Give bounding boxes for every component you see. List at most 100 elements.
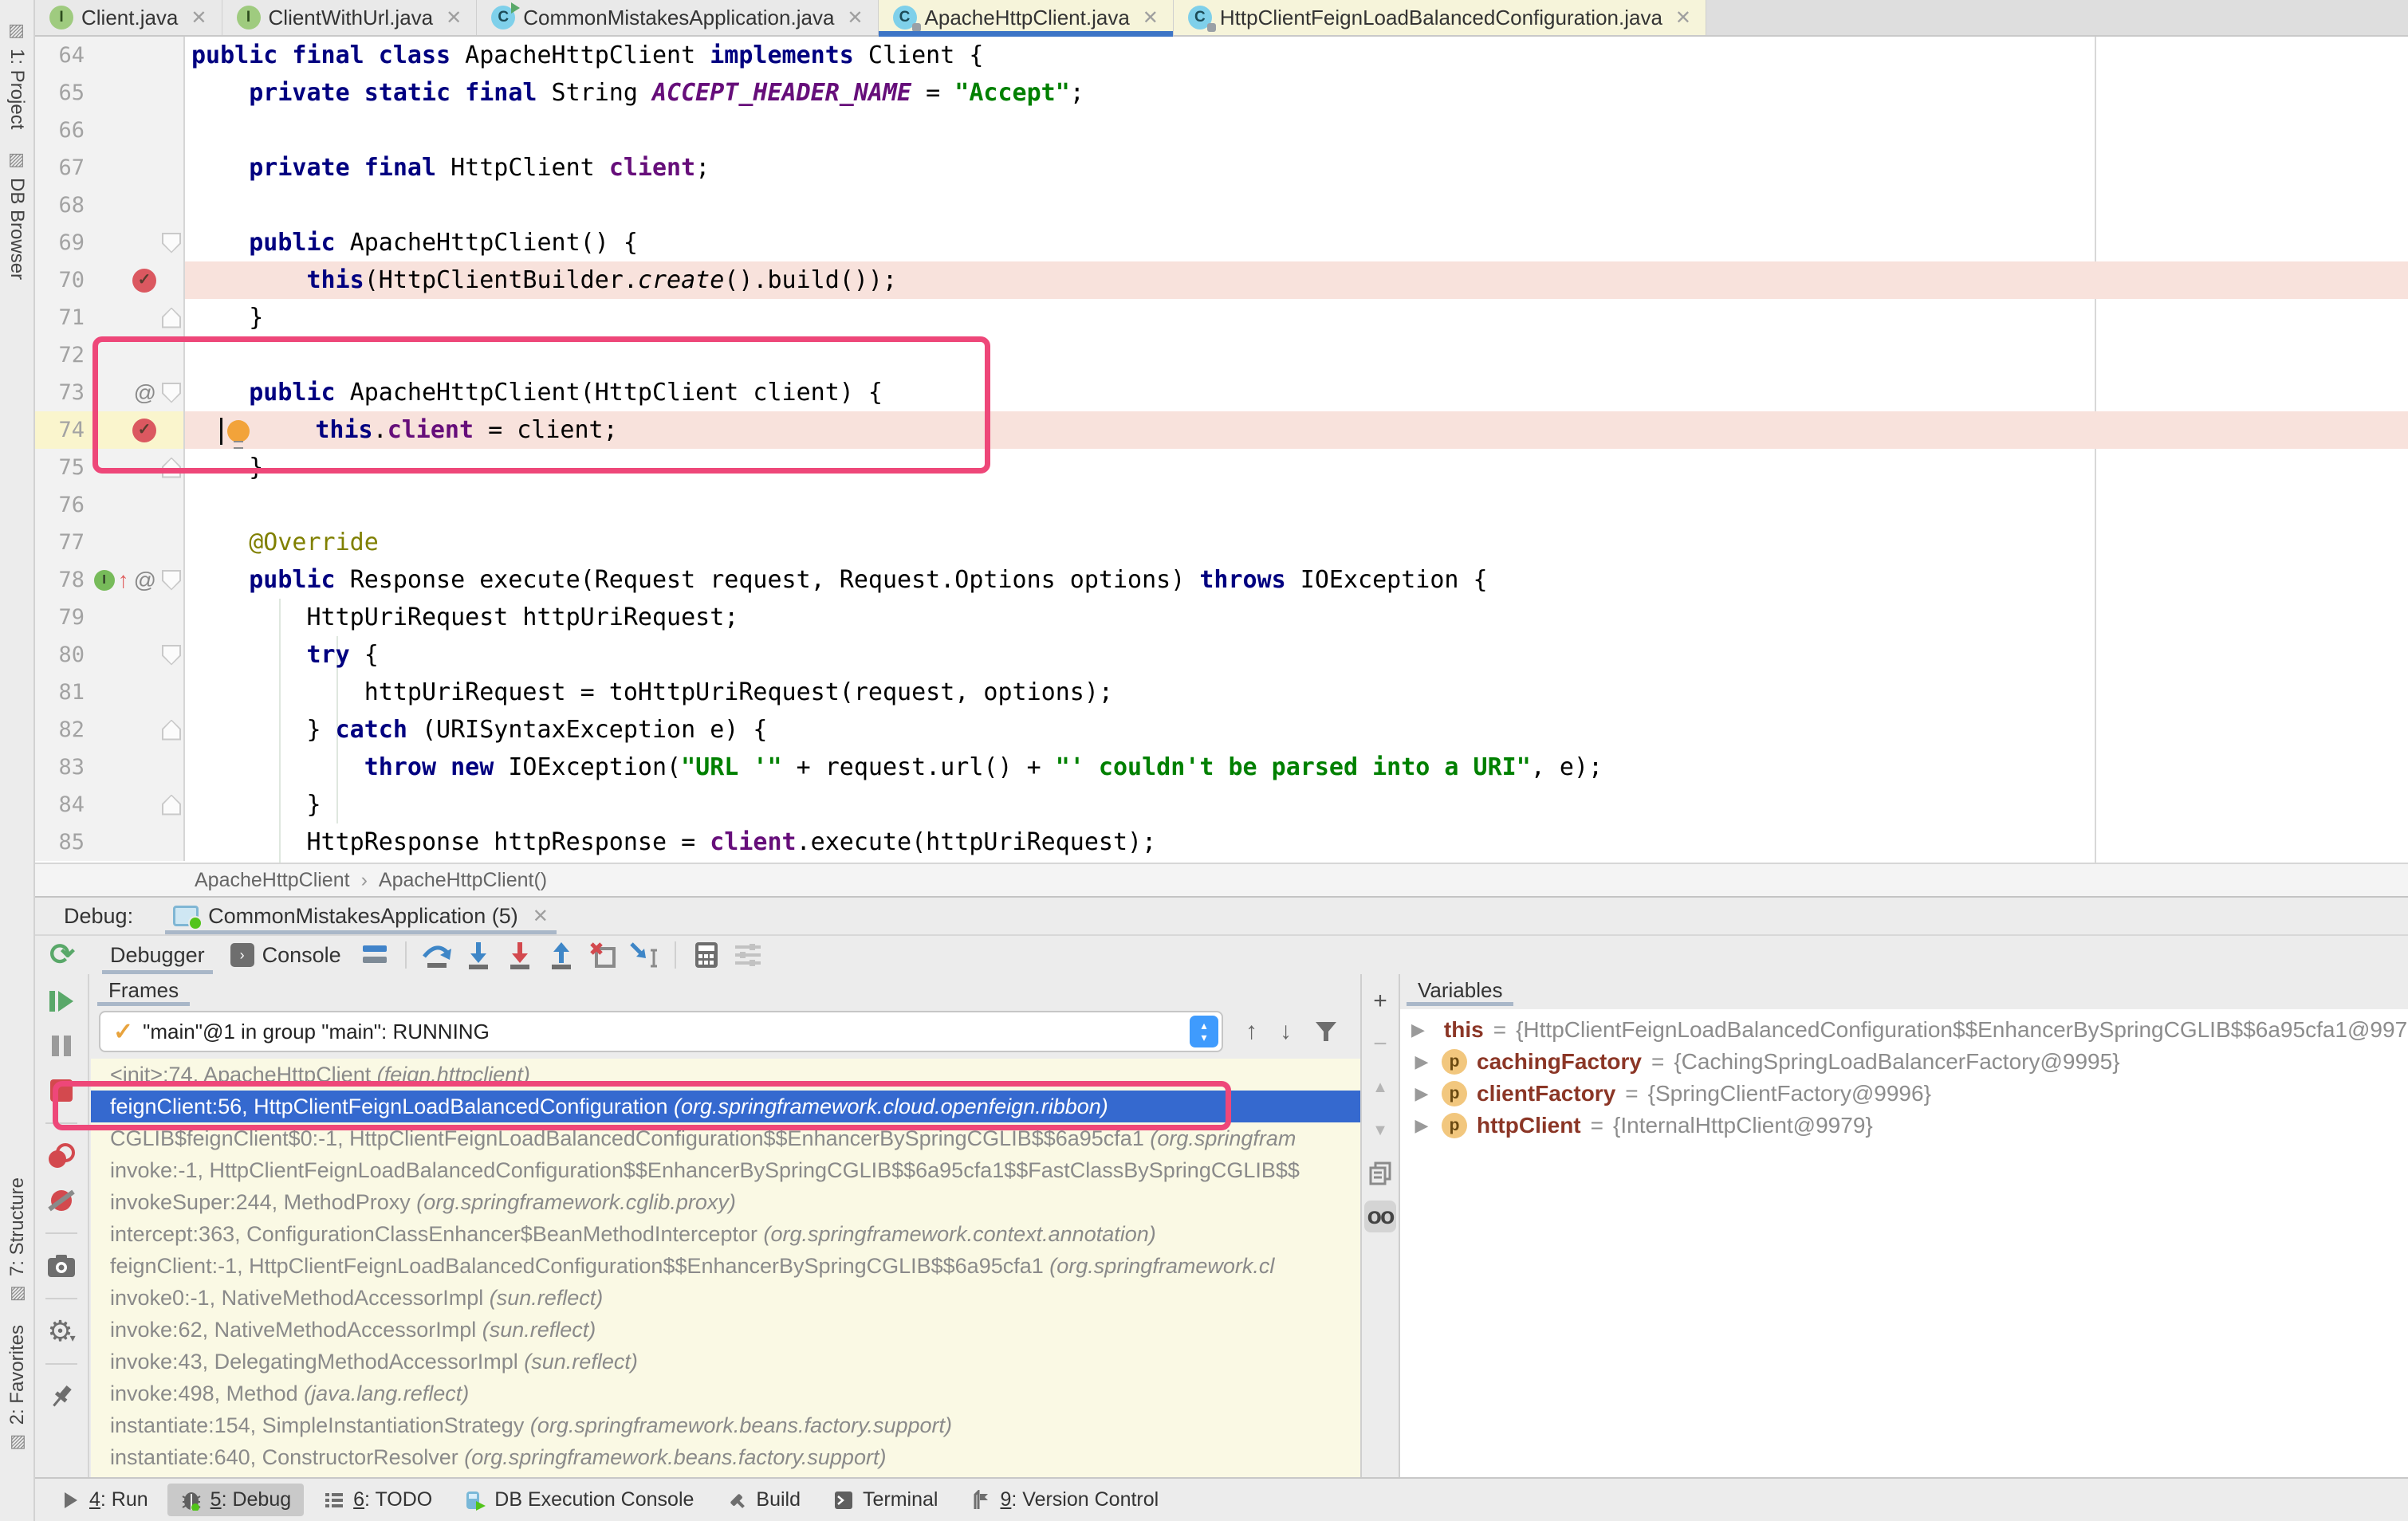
- code-line-69[interactable]: 69 public ApacheHttpClient() {: [35, 224, 2408, 261]
- frame-row[interactable]: intercept:363, ConfigurationClassEnhance…: [91, 1218, 1360, 1250]
- code-text[interactable]: this(HttpClientBuilder.create().build())…: [185, 261, 2408, 299]
- thread-selector[interactable]: ✓ "main"@1 in group "main": RUNNING ▴▾: [99, 1011, 1223, 1052]
- code-line-72[interactable]: 72: [35, 336, 2408, 374]
- step-over-icon[interactable]: [419, 939, 454, 971]
- code-text[interactable]: private final HttpClient client;: [185, 149, 2408, 187]
- move-watch-down-icon[interactable]: ▼: [1364, 1114, 1396, 1146]
- fold-marker-icon[interactable]: [162, 458, 181, 478]
- frame-row[interactable]: invoke:62, NativeMethodAccessorImpl (sun…: [91, 1314, 1360, 1346]
- code-text[interactable]: } catch (URISyntaxException e) {: [185, 711, 2408, 749]
- variable-row-httpClient[interactable]: ▶phttpClient={InternalHttpClient@9979}: [1400, 1110, 2408, 1142]
- code-line-64[interactable]: 64public final class ApacheHttpClient im…: [35, 37, 2408, 74]
- code-text[interactable]: [185, 112, 2408, 149]
- code-line-68[interactable]: 68: [35, 187, 2408, 224]
- code-line-78[interactable]: 78I↑@ public Response execute(Request re…: [35, 561, 2408, 599]
- code-text[interactable]: public ApacheHttpClient() {: [185, 224, 2408, 261]
- mute-breakpoints-button[interactable]: [44, 1183, 79, 1218]
- gutter-line-64[interactable]: 64: [35, 37, 185, 74]
- gutter-line-69[interactable]: 69: [35, 224, 185, 261]
- statusbar-item-6--todo[interactable]: 6: TODO: [310, 1484, 445, 1516]
- code-text[interactable]: [185, 336, 2408, 374]
- combo-stepper-icon[interactable]: ▴▾: [1190, 1016, 1218, 1047]
- step-into-icon[interactable]: [461, 939, 496, 971]
- gutter-line-79[interactable]: 79: [35, 599, 185, 636]
- layout-settings-icon[interactable]: [357, 939, 392, 971]
- fold-marker-icon[interactable]: [162, 233, 181, 254]
- editor-tab-commonmistakesapplication[interactable]: CCommonMistakesApplication.java✕: [477, 0, 878, 35]
- breakpoint-icon[interactable]: ✓: [132, 269, 156, 293]
- gutter-line-70[interactable]: 70✓: [35, 261, 185, 299]
- code-text[interactable]: [185, 187, 2408, 224]
- fold-marker-icon[interactable]: [162, 383, 181, 403]
- code-text[interactable]: httpUriRequest = toHttpUriRequest(reques…: [185, 674, 2408, 711]
- expand-chevron-icon[interactable]: ▶: [1411, 1020, 1425, 1040]
- gutter-line-85[interactable]: 85: [35, 823, 185, 861]
- rerun-button[interactable]: ⟳: [43, 936, 81, 973]
- duplicate-watch-icon[interactable]: [1364, 1157, 1396, 1189]
- frame-row[interactable]: feignClient:-1, HttpClientFeignLoadBalan…: [91, 1250, 1360, 1282]
- editor-tab-httpclientfeignloadbalancedconfiguration[interactable]: CHttpClientFeignLoadBalancedConfiguratio…: [1174, 0, 1706, 35]
- code-text[interactable]: this.client = client;: [185, 411, 2408, 449]
- expand-chevron-icon[interactable]: ▶: [1411, 1051, 1432, 1072]
- variable-row-clientFactory[interactable]: ▶pclientFactory={SpringClientFactory@999…: [1400, 1078, 2408, 1110]
- run-to-cursor-icon[interactable]: [627, 939, 662, 971]
- code-text[interactable]: private static final String ACCEPT_HEADE…: [185, 74, 2408, 112]
- next-frame-icon[interactable]: ↓: [1280, 1018, 1292, 1045]
- resume-button[interactable]: [44, 984, 79, 1019]
- close-icon[interactable]: ✕: [847, 6, 863, 29]
- statusbar-item-db-execution-console[interactable]: DB Execution Console: [451, 1484, 706, 1516]
- gutter-line-76[interactable]: 76: [35, 486, 185, 524]
- gutter-line-74[interactable]: 74✓: [35, 411, 185, 449]
- breadcrumb-class[interactable]: ApacheHttpClient: [195, 869, 350, 892]
- code-line-84[interactable]: 84 }: [35, 786, 2408, 823]
- close-icon[interactable]: ✕: [1143, 6, 1159, 29]
- variable-row-cachingFactory[interactable]: ▶pcachingFactory={CachingSpringLoadBalan…: [1400, 1046, 2408, 1078]
- step-out-icon[interactable]: [544, 939, 579, 971]
- editor-tab-apachehttpclient[interactable]: CApacheHttpClient.java✕: [879, 0, 1174, 35]
- code-line-83[interactable]: 83 throw new IOException("URL '" + reque…: [35, 749, 2408, 786]
- close-icon[interactable]: ✕: [191, 6, 207, 29]
- gutter-line-77[interactable]: 77: [35, 524, 185, 561]
- code-line-74[interactable]: 74✓ this.client = client;: [35, 411, 2408, 449]
- gutter-line-68[interactable]: 68: [35, 187, 185, 224]
- expand-chevron-icon[interactable]: ▶: [1411, 1083, 1432, 1104]
- frame-row[interactable]: feignClient:56, HttpClientFeignLoadBalan…: [91, 1091, 1360, 1122]
- statusbar-item-5--debug[interactable]: 5: Debug: [167, 1484, 304, 1516]
- frame-row[interactable]: invokeSuper:244, MethodProxy (org.spring…: [91, 1186, 1360, 1218]
- close-icon[interactable]: ✕: [1675, 6, 1691, 29]
- statusbar-item-build[interactable]: Build: [713, 1484, 813, 1516]
- tab-debugger[interactable]: Debugger: [97, 935, 218, 975]
- fold-marker-icon[interactable]: [162, 308, 181, 328]
- statusbar-item-terminal[interactable]: Terminal: [820, 1484, 950, 1516]
- code-line-67[interactable]: 67 private final HttpClient client;: [35, 149, 2408, 187]
- remove-watch-icon[interactable]: −: [1364, 1028, 1396, 1060]
- drop-frame-icon[interactable]: [585, 939, 620, 971]
- editor-tab-clientwithurl[interactable]: IClientWithUrl.java✕: [222, 0, 478, 35]
- implements-method-icon[interactable]: I: [94, 570, 115, 591]
- breadcrumb[interactable]: ApacheHttpClient › ApacheHttpClient(): [35, 863, 2408, 896]
- debug-session-tab[interactable]: CommonMistakesApplication (5) ✕: [165, 897, 557, 935]
- code-line-70[interactable]: 70✓ this(HttpClientBuilder.create().buil…: [35, 261, 2408, 299]
- variables-title[interactable]: Variables: [1400, 974, 1520, 1006]
- code-editor[interactable]: 64public final class ApacheHttpClient im…: [35, 37, 2408, 863]
- variables-tree[interactable]: ▶this={HttpClientFeignLoadBalancedConfig…: [1400, 1009, 2408, 1477]
- gutter-line-84[interactable]: 84: [35, 786, 185, 823]
- gutter-line-75[interactable]: 75: [35, 449, 185, 486]
- gutter-line-66[interactable]: 66: [35, 112, 185, 149]
- stripe-item-db-browser[interactable]: ▨DB Browser: [5, 150, 29, 280]
- stripe-item-7-structure[interactable]: ▨7: Structure: [6, 1177, 30, 1304]
- frame-row[interactable]: invoke:-1, HttpClientFeignLoadBalancedCo…: [91, 1154, 1360, 1186]
- pause-button[interactable]: [44, 1028, 79, 1063]
- gutter-line-80[interactable]: 80: [35, 636, 185, 674]
- evaluate-expression-icon[interactable]: [689, 939, 724, 971]
- frames-list[interactable]: <init>:74, ApacheHttpClient (feign.httpc…: [91, 1059, 1360, 1477]
- frame-row[interactable]: invoke0:-1, NativeMethodAccessorImpl (su…: [91, 1282, 1360, 1314]
- code-line-73[interactable]: 73@ public ApacheHttpClient(HttpClient c…: [35, 374, 2408, 411]
- gutter-line-83[interactable]: 83: [35, 749, 185, 786]
- code-line-76[interactable]: 76: [35, 486, 2408, 524]
- code-line-66[interactable]: 66: [35, 112, 2408, 149]
- gutter-line-73[interactable]: 73@: [35, 374, 185, 411]
- code-line-71[interactable]: 71 }: [35, 299, 2408, 336]
- frame-row[interactable]: invoke:498, Method (java.lang.reflect): [91, 1378, 1360, 1409]
- tab-console[interactable]: › Console: [218, 935, 354, 975]
